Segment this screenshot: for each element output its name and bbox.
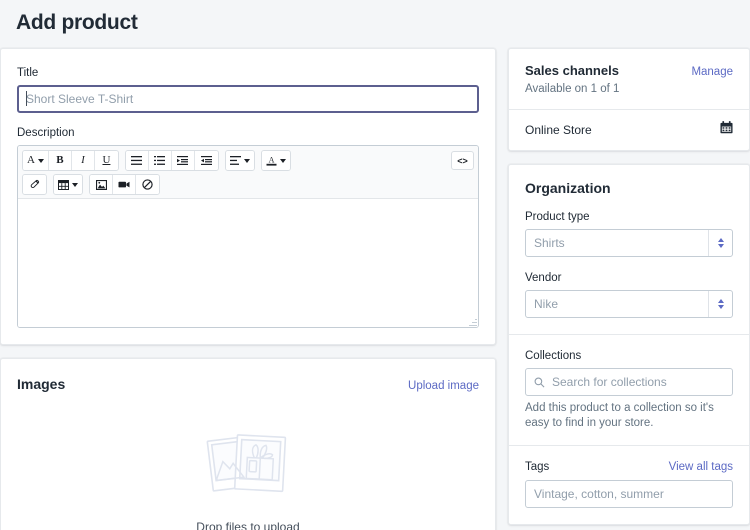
toolbar-group-table — [53, 174, 83, 195]
tags-label: Tags — [525, 461, 550, 473]
toolbar-group-text: A B I U — [22, 150, 119, 171]
collections-section: Collections Search for collections Add t… — [509, 335, 749, 445]
organization-card: Organization Product type Shirts Vendor … — [508, 164, 750, 525]
toolbar-group-insert-link — [22, 174, 47, 195]
toolbar-row-1: A B I U A <> — [22, 150, 474, 171]
bold-icon[interactable]: B — [48, 151, 72, 170]
image-dropzone[interactable]: Drop files to upload — [1, 402, 495, 530]
toolbar-group-align — [224, 150, 255, 171]
outdent-icon[interactable] — [171, 151, 195, 170]
main-layout: Title Description A — [0, 48, 750, 530]
product-type-stepper[interactable] — [708, 230, 732, 256]
manage-link[interactable]: Manage — [691, 64, 733, 80]
product-type-select[interactable]: Shirts — [525, 229, 733, 257]
svg-text:A: A — [269, 156, 275, 165]
product-details-card: Title Description A — [0, 48, 496, 345]
collections-label: Collections — [525, 350, 582, 362]
chevron-down-icon[interactable] — [717, 244, 724, 248]
chevron-down-icon[interactable] — [717, 305, 724, 309]
product-type-select-wrap: Shirts — [525, 229, 733, 257]
toolbar-group-lists — [124, 150, 219, 171]
collections-search-input[interactable]: Search for collections — [525, 368, 733, 396]
calendar-icon[interactable] — [720, 121, 733, 139]
editor-toolbar: A B I U A <> — [18, 146, 478, 199]
sales-channel-name: Online Store — [525, 123, 592, 137]
link-icon[interactable] — [23, 175, 46, 194]
vendor-value: Nike — [534, 297, 559, 311]
vendor-select[interactable]: Nike — [525, 290, 733, 318]
font-format-icon[interactable]: A — [23, 151, 49, 170]
toolbar-group-color: A — [260, 150, 291, 171]
search-icon — [534, 377, 545, 387]
bulleted-list-icon[interactable] — [125, 151, 149, 170]
chevron-up-icon[interactable] — [717, 299, 724, 303]
toolbar-row-2 — [22, 174, 474, 195]
view-all-tags-link[interactable]: View all tags — [669, 459, 733, 475]
toolbar-group-media — [89, 174, 160, 195]
title-input-wrap — [17, 85, 479, 113]
title-input[interactable] — [17, 85, 479, 113]
organization-title: Organization — [525, 180, 611, 196]
page-title: Add product — [16, 11, 138, 34]
italic-icon[interactable]: I — [71, 151, 95, 170]
html-code-icon[interactable]: <> — [451, 151, 474, 170]
images-card: Images Upload image Drop files to upload — [0, 358, 496, 530]
description-editor[interactable]: A B I U A <> — [17, 145, 479, 328]
description-label: Description — [17, 127, 75, 139]
underline-icon[interactable]: U — [94, 151, 118, 170]
product-type-label: Product type — [525, 211, 590, 223]
product-type-value: Shirts — [534, 236, 565, 250]
primary-column: Title Description A — [0, 48, 496, 530]
collections-help-text: Add this product to a collection so it's… — [525, 402, 714, 429]
insert-video-icon[interactable] — [113, 175, 136, 194]
align-icon[interactable] — [225, 151, 254, 170]
title-label: Title — [17, 67, 39, 79]
sales-channels-subtitle: Available on 1 of 1 — [525, 83, 620, 95]
secondary-column: Sales channels Manage Available on 1 of … — [508, 48, 750, 530]
sales-channels-card: Sales channels Manage Available on 1 of … — [508, 48, 750, 151]
editor-resize-handle[interactable] — [469, 318, 477, 326]
numbered-list-icon[interactable] — [148, 151, 172, 170]
images-header: Images Upload image — [17, 375, 479, 394]
sales-channels-header: Sales channels Manage Available on 1 of … — [509, 49, 749, 109]
tags-input[interactable] — [525, 480, 733, 508]
indent-icon[interactable] — [194, 151, 218, 170]
insert-image-icon[interactable] — [90, 175, 113, 194]
images-title: Images — [17, 376, 66, 392]
drop-files-caption: Drop files to upload — [196, 519, 300, 530]
text-color-icon[interactable]: A — [261, 151, 290, 170]
photo-stack-illustration — [206, 428, 290, 505]
chevron-up-icon[interactable] — [717, 238, 724, 242]
upload-image-link[interactable]: Upload image — [408, 378, 479, 394]
vendor-label: Vendor — [525, 272, 562, 284]
collections-search-placeholder: Search for collections — [552, 375, 667, 389]
sales-channel-row-online-store[interactable]: Online Store — [509, 110, 749, 150]
page-header: Add product — [0, 0, 750, 48]
table-icon[interactable] — [54, 175, 82, 194]
description-textarea[interactable] — [18, 199, 478, 327]
vendor-stepper[interactable] — [708, 291, 732, 317]
sales-channels-title: Sales channels — [525, 63, 619, 78]
tags-section: Tags View all tags — [509, 446, 749, 524]
text-cursor — [26, 91, 27, 106]
clear-formatting-icon[interactable] — [136, 175, 159, 194]
vendor-select-wrap: Nike — [525, 290, 733, 318]
